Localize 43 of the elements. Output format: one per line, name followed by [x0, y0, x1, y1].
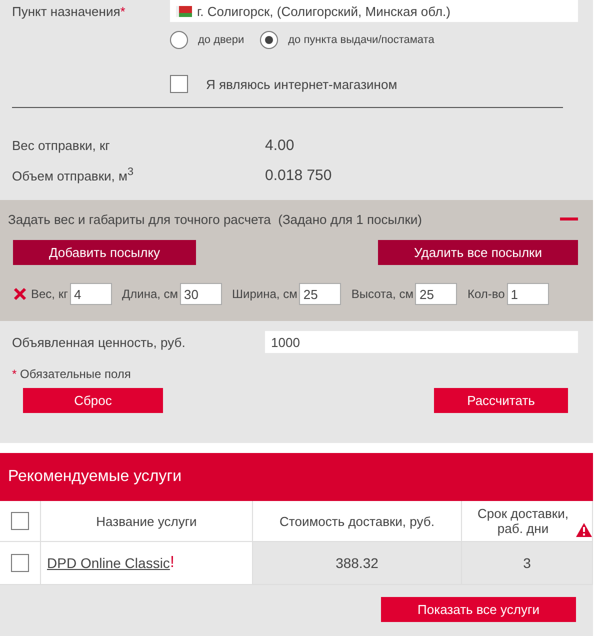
service-link[interactable]: DPD Online Classic: [47, 555, 170, 571]
add-parcel-button[interactable]: Добавить посылку: [13, 240, 196, 265]
summary-label: Объем отправки, м$^{3}$: [12, 166, 134, 184]
delete-parcels-button[interactable]: Удалить все посылки: [378, 240, 578, 265]
parcel-input[interactable]: 25: [299, 283, 342, 305]
table-cell: 388.32: [336, 555, 378, 571]
radio-label: до пункта выдачи/постамата: [288, 34, 434, 46]
parcel-input[interactable]: 30: [180, 283, 222, 305]
radio-button[interactable]: [170, 31, 188, 49]
declared-value-field[interactable]: 1000: [265, 331, 578, 353]
parcel-field-label: Вес, кг: [31, 287, 68, 301]
destination-label: Пункт назначения*: [12, 4, 126, 18]
checkbox[interactable]: [11, 554, 29, 572]
parcel-field-label: Ширина, см: [232, 287, 298, 301]
required-note: * Обязательные поля: [12, 367, 131, 381]
parcel-input[interactable]: 4: [70, 283, 112, 305]
section-title: Задать вес и габариты для точного расчета (Задано для 1 посылки): [8, 212, 423, 226]
column-header: Название услуги: [96, 514, 197, 528]
flag-icon: [176, 6, 192, 16]
radio-label: до двери: [198, 34, 244, 46]
checkbox[interactable]: [170, 75, 188, 93]
alert-mark: !: [170, 554, 174, 572]
checkbox-label: Я являюсь интернет-магазином: [206, 76, 398, 92]
reset-button[interactable]: Сброс: [23, 388, 163, 413]
column-header: Срок доставки, раб. дни: [476, 506, 570, 536]
radio-button[interactable]: [260, 31, 278, 49]
parcel-field-label: Высота, см: [351, 287, 414, 301]
delete-icon[interactable]: [13, 287, 27, 301]
parcel-field-label: Длина, см: [122, 287, 178, 301]
parcel-input[interactable]: 25: [415, 283, 458, 305]
parcel-field-label: Кол-во: [467, 287, 505, 301]
summary-value: 0.018 750: [265, 166, 332, 184]
summary-value: 4.00: [265, 136, 294, 154]
calculate-button[interactable]: Рассчитать: [434, 388, 568, 413]
column-header: Стоимость доставки, руб.: [280, 514, 434, 528]
destination-field[interactable]: г. Солигорск, (Солигорский, Минская обл.): [170, 0, 578, 22]
checkbox[interactable]: [11, 512, 29, 530]
section-header: Рекомендуемые услуги: [0, 453, 593, 501]
parcel-input[interactable]: 1: [506, 283, 549, 305]
summary-label: Вес отправки, кг: [12, 138, 111, 152]
declared-value-label: Объявленная ценность, руб.: [12, 334, 186, 350]
show-all-button[interactable]: Показать все услуги: [381, 597, 576, 622]
table-cell: 3: [523, 555, 531, 571]
